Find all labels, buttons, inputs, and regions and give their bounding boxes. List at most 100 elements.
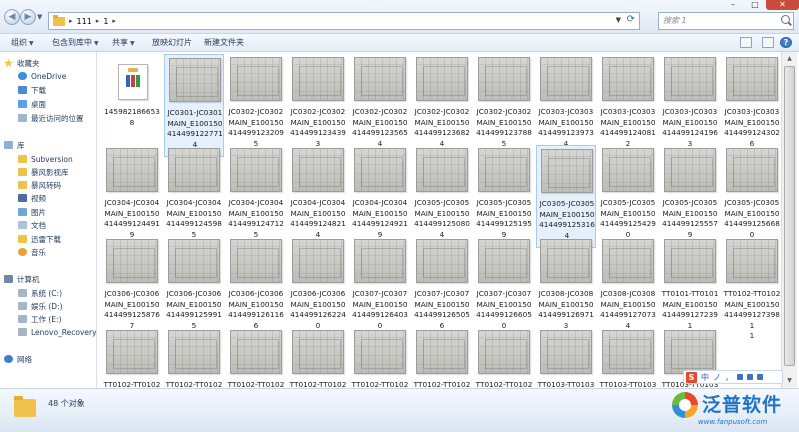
file-item[interactable]: JC0301-JC0301MAIN_E10015041449912277141 bbox=[164, 54, 224, 159]
maximize-button[interactable]: □ bbox=[744, 0, 766, 10]
sidebar-group-network[interactable]: 网络 bbox=[4, 353, 32, 365]
sidebar-item-drive-d[interactable]: 娱乐 (D:) bbox=[18, 300, 63, 312]
sidebar-group-computer[interactable]: 计算机 bbox=[4, 273, 40, 285]
file-item[interactable]: TT0103-TT0103MAIN_E100150 bbox=[598, 327, 658, 388]
sidebar-item-onedrive[interactable]: OneDrive bbox=[18, 70, 66, 82]
file-item[interactable]: TT0101-TT0101MAIN_E10015041449912723914 bbox=[660, 236, 720, 340]
sidebar-group-favorites[interactable]: 收藏夹 bbox=[4, 57, 40, 69]
recent-pages-dropdown-icon[interactable]: ▼ bbox=[37, 13, 42, 21]
sidebar-item-pictures[interactable]: 图片 bbox=[18, 206, 46, 218]
sidebar-item-drive-c[interactable]: 系统 (C:) bbox=[18, 287, 62, 299]
file-item[interactable]: JC0304-JC0304MAIN_E10015041449912492198 bbox=[350, 145, 410, 249]
ime-punctuation[interactable]: ， bbox=[725, 372, 733, 383]
file-item[interactable]: JC0308-JC0308MAIN_E10015041449912697134 bbox=[536, 236, 596, 340]
file-item[interactable]: JC0303-JC0303MAIN_E10015041449912430261 bbox=[722, 54, 780, 158]
forward-button[interactable]: ▶ bbox=[20, 9, 36, 25]
file-item[interactable]: JC0302-JC0302MAIN_E10015041449912320951 bbox=[226, 54, 286, 158]
help-icon[interactable]: ? bbox=[780, 37, 792, 48]
sidebar-item-music[interactable]: 音乐 bbox=[18, 246, 46, 258]
image-thumbnail bbox=[168, 330, 220, 374]
file-item[interactable]: TT0103-TT0103MAIN_E100150 bbox=[536, 327, 596, 388]
file-item[interactable]: TT0102-TT0102MAIN_E100150 bbox=[412, 327, 472, 388]
file-item[interactable]: JC0302-JC0302MAIN_E10015041449912378853 bbox=[474, 54, 534, 158]
file-item[interactable]: JC0305-JC0305MAIN_E10015041449912566809 bbox=[722, 145, 780, 249]
breadcrumb-item[interactable]: 1 bbox=[103, 17, 108, 26]
sidebar-group-libraries[interactable]: 库 bbox=[4, 139, 25, 151]
preview-pane-icon[interactable] bbox=[762, 37, 774, 48]
search-input[interactable]: 搜索 1 bbox=[658, 12, 794, 30]
file-item[interactable]: JC0305-JC0305MAIN_E10015041449912531648 bbox=[536, 145, 596, 250]
file-item[interactable]: JC0305-JC0305MAIN_E10015041449912542909 bbox=[598, 145, 658, 249]
back-button[interactable]: ◀ bbox=[4, 9, 20, 25]
file-item[interactable]: JC0304-JC0304MAIN_E10015041449912482148 bbox=[288, 145, 348, 249]
chevron-right-icon[interactable]: ▸ bbox=[69, 17, 73, 25]
file-item[interactable]: TT0102-TT0102MAIN_E100150 bbox=[226, 327, 286, 388]
sidebar-item-recent[interactable]: 最近访问的位置 bbox=[18, 112, 84, 124]
file-item[interactable]: JC0305-JC0305MAIN_E10015041449912508047 bbox=[412, 145, 472, 249]
sidebar-item-videos[interactable]: 视频 bbox=[18, 192, 46, 204]
file-item[interactable]: JC0304-JC0304MAIN_E10015041449912449198 bbox=[102, 145, 162, 249]
file-item[interactable]: JC0302-JC0302MAIN_E10015041449912356548 bbox=[350, 54, 410, 158]
ime-toolbar[interactable]: S 中 ノ ， bbox=[683, 370, 783, 384]
minimize-button[interactable]: – bbox=[722, 0, 744, 10]
sidebar-item-subversion[interactable]: Subversion bbox=[18, 153, 73, 165]
organize-button[interactable]: 组织 ▼ bbox=[11, 37, 34, 48]
sidebar-item-desktop[interactable]: 桌面 bbox=[18, 98, 46, 110]
share-button[interactable]: 共享 ▼ bbox=[112, 37, 135, 48]
vertical-scrollbar[interactable]: ▲ ▼ bbox=[781, 52, 797, 388]
file-name-line: JC0308-JC0308 bbox=[600, 289, 656, 298]
sidebar-item-downloads[interactable]: 下载 bbox=[18, 84, 46, 96]
file-item[interactable]: JC0304-JC0304MAIN_E10015041449912459852 bbox=[164, 145, 224, 249]
file-item[interactable]: JC0307-JC0307MAIN_E10015041449912660502 bbox=[474, 236, 534, 340]
file-item[interactable]: TT0102-TT0102MAIN_E100150 bbox=[164, 327, 224, 388]
file-item[interactable]: JC0304-JC0304MAIN_E10015041449912471257 bbox=[226, 145, 286, 249]
scroll-thumb[interactable] bbox=[784, 66, 795, 366]
file-item[interactable]: JC0302-JC0302MAIN_E10015041449912368243 bbox=[412, 54, 472, 158]
close-button[interactable]: ✕ bbox=[766, 0, 799, 10]
file-item[interactable]: JC0302-JC0302MAIN_E10015041449912343932 bbox=[288, 54, 348, 158]
scroll-up-icon[interactable]: ▲ bbox=[782, 52, 797, 66]
file-item[interactable]: JC0306-JC0306MAIN_E10015041449912611667 bbox=[226, 236, 286, 340]
ime-mode-chinese[interactable]: 中 bbox=[701, 372, 709, 383]
change-view-icon[interactable] bbox=[740, 37, 752, 48]
sidebar-item-baofeng-library[interactable]: 暴风影视库 bbox=[18, 166, 69, 178]
file-item[interactable]: JC0303-JC0303MAIN_E10015041449912397349 bbox=[536, 54, 596, 158]
sidebar-item-baofeng-transcode[interactable]: 暴风转码 bbox=[18, 179, 61, 191]
file-item[interactable]: TT0102-TT0102 MAIN_E100150 4144991273981 1 bbox=[722, 236, 780, 340]
chevron-right-icon[interactable]: ▸ bbox=[96, 17, 100, 25]
file-item[interactable]: JC0305-JC0305MAIN_E10015041449912555796 bbox=[660, 145, 720, 249]
file-item[interactable]: TT0102-TT0102MAIN_E100150 bbox=[288, 327, 348, 388]
file-item[interactable]: TT0102-TT0102MAIN_E100150 bbox=[102, 327, 162, 388]
slideshow-button[interactable]: 放映幻灯片 bbox=[152, 37, 192, 48]
file-item[interactable]: JC0305-JC0305MAIN_E10015041449912519593 bbox=[474, 145, 534, 249]
breadcrumb-item[interactable]: 111 bbox=[77, 17, 92, 26]
ime-keyboard-icon[interactable] bbox=[737, 374, 743, 380]
new-folder-button[interactable]: 新建文件夹 bbox=[204, 37, 244, 48]
sidebar-item-drive-e[interactable]: 工作 (E:) bbox=[18, 313, 62, 325]
ime-user-icon[interactable] bbox=[747, 374, 753, 380]
address-bar[interactable]: ▸ 111 ▸ 1 ▸ ▼ ⟳ bbox=[48, 12, 640, 30]
sidebar-item-thunder-downloads[interactable]: 迅雷下载 bbox=[18, 233, 61, 245]
sidebar-item-lenovo-recovery[interactable]: Lenovo_Recovery ( bbox=[18, 326, 96, 338]
address-dropdown-icon[interactable]: ▼ bbox=[616, 16, 621, 24]
ime-tools-icon[interactable] bbox=[757, 374, 763, 380]
sidebar-item-documents[interactable]: 文档 bbox=[18, 219, 46, 231]
file-item[interactable]: 1459821866538 bbox=[102, 54, 162, 157]
file-item[interactable]: JC0303-JC0303MAIN_E10015041449912408120 bbox=[598, 54, 658, 158]
file-item[interactable]: JC0303-JC0303MAIN_E10015041449912419638 bbox=[660, 54, 720, 158]
scroll-down-icon[interactable]: ▼ bbox=[782, 374, 797, 388]
search-icon[interactable] bbox=[781, 15, 790, 24]
file-item[interactable]: JC0307-JC0307MAIN_E10015041449912640307 bbox=[350, 236, 410, 340]
file-item[interactable]: JC0306-JC0306MAIN_E10015041449912587674 bbox=[102, 236, 162, 340]
file-item[interactable]: JC0306-JC0306MAIN_E10015041449912622407 bbox=[288, 236, 348, 340]
ime-logo-icon[interactable]: S bbox=[686, 371, 697, 383]
chevron-right-icon[interactable]: ▸ bbox=[112, 17, 116, 25]
file-item[interactable]: JC0308-JC0308MAIN_E10015041449912707349 bbox=[598, 236, 658, 340]
ime-half-width[interactable]: ノ bbox=[713, 372, 721, 383]
file-item[interactable]: JC0306-JC0306MAIN_E10015041449912599151 bbox=[164, 236, 224, 340]
refresh-icon[interactable]: ⟳ bbox=[627, 14, 635, 25]
include-in-library-button[interactable]: 包含到库中 ▼ bbox=[52, 37, 99, 48]
file-item[interactable]: JC0307-JC0307MAIN_E10015041449912650561 bbox=[412, 236, 472, 340]
file-item[interactable]: TT0102-TT0102MAIN_E100150 bbox=[350, 327, 410, 388]
file-item[interactable]: TT0102-TT0102MAIN_E100150 bbox=[474, 327, 534, 388]
